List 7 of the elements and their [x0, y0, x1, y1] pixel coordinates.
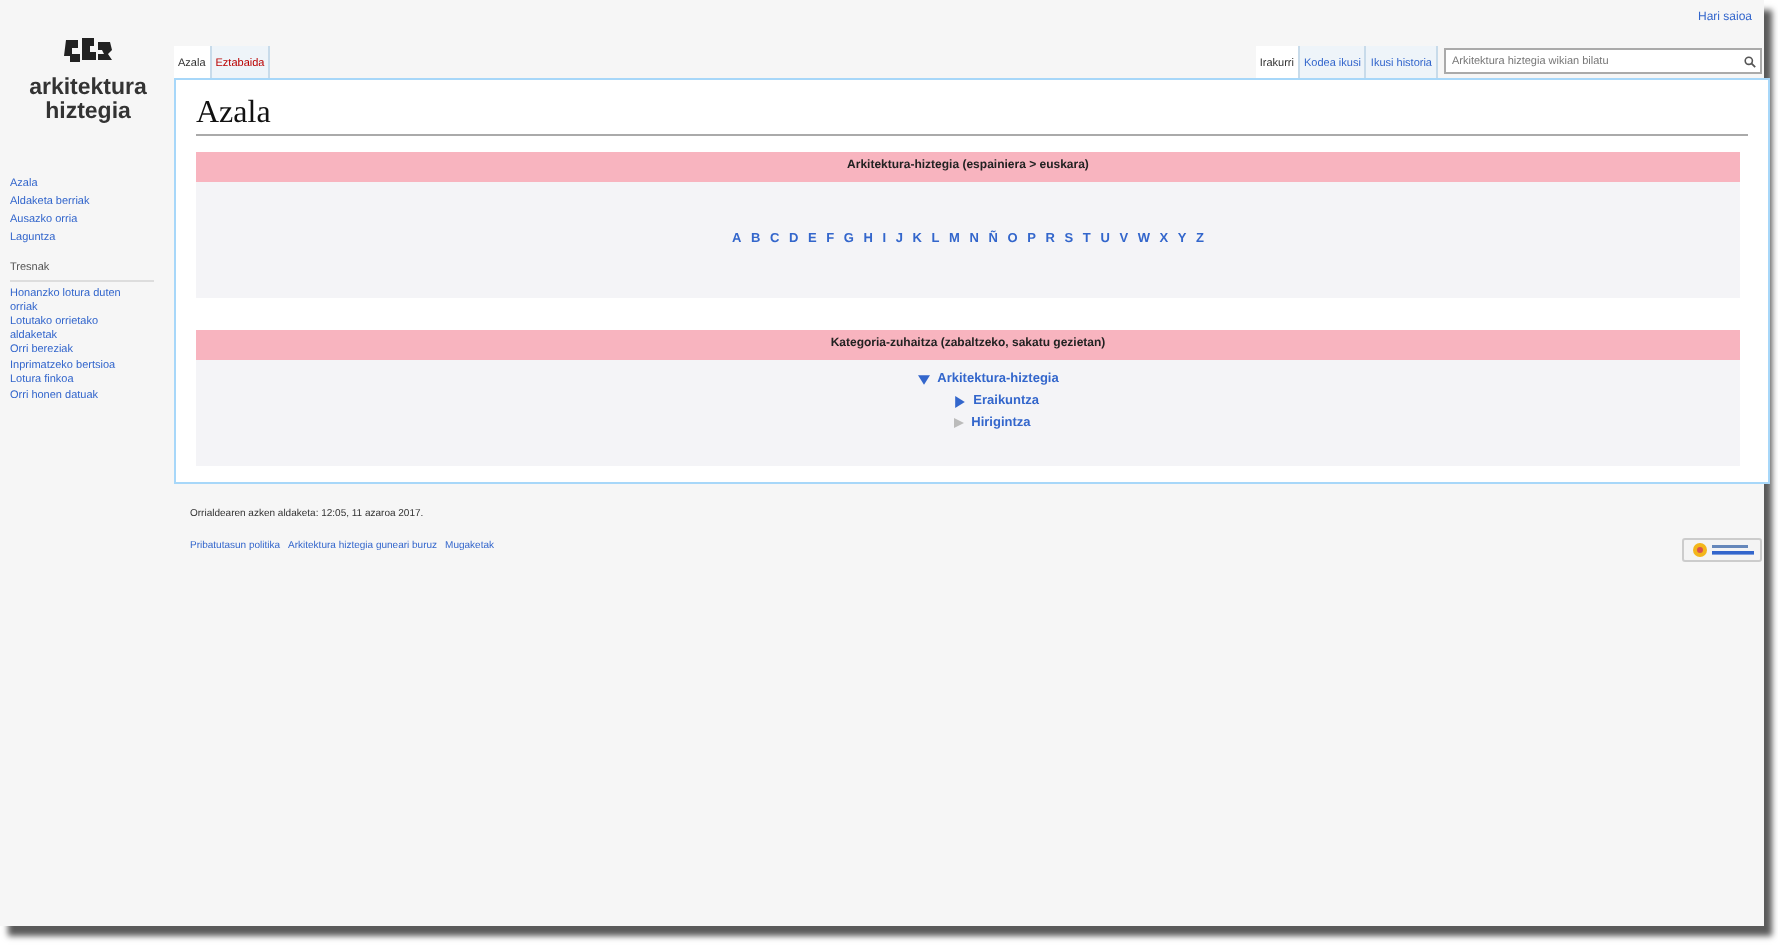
page-title: Azala	[196, 96, 1748, 136]
search-icon[interactable]	[1744, 55, 1756, 67]
collapse-arrow-icon[interactable]	[917, 373, 930, 385]
expand-arrow-icon[interactable]	[953, 395, 966, 407]
logo-text: arkitektura	[29, 76, 147, 100]
logo-text: hiztegia	[45, 100, 131, 124]
badge-icon[interactable]	[1682, 538, 1762, 562]
